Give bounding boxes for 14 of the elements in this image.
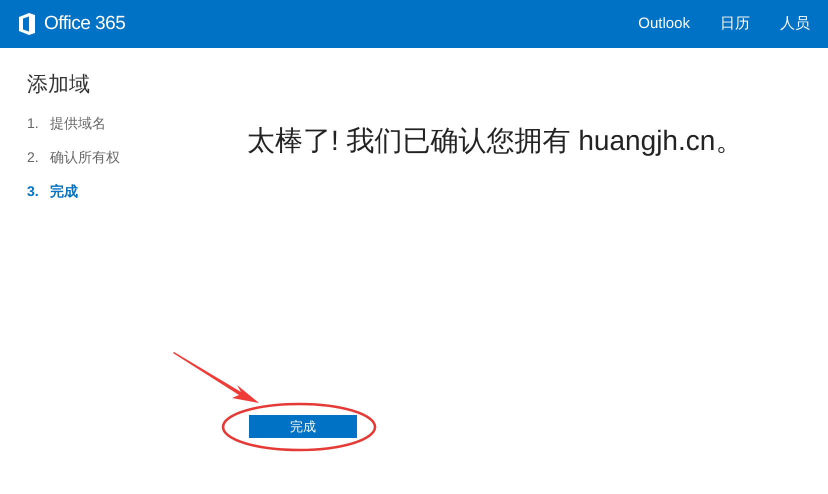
- nav-link[interactable]: Outlook: [638, 12, 690, 36]
- step-label: 提供域名: [50, 115, 106, 132]
- nav-link[interactable]: 日历: [720, 12, 750, 36]
- nav-link[interactable]: 人员: [780, 12, 810, 36]
- brand-name: Office 365: [44, 12, 126, 36]
- finish-button[interactable]: 完成: [249, 415, 357, 438]
- page-title: 添加域: [27, 72, 91, 98]
- office-logo-icon: [18, 13, 36, 35]
- step-label: 确认所有权: [50, 149, 120, 166]
- step-number: 3.: [27, 182, 40, 202]
- confirmation-message: 太棒了! 我们已确认您拥有 huangjh.cn。: [247, 124, 744, 158]
- step-label: 完成: [50, 183, 78, 200]
- step-number: 1.: [27, 114, 40, 134]
- step-number: 2.: [27, 148, 40, 168]
